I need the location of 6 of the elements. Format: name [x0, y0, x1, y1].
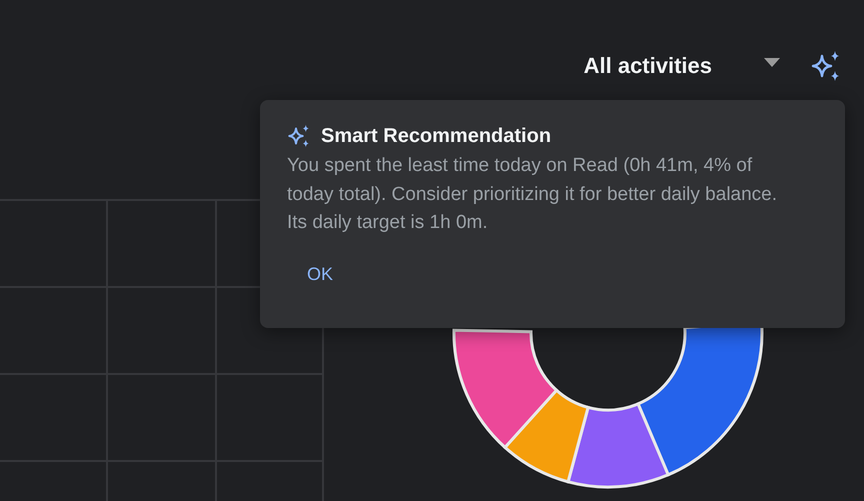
sparkle-icon — [287, 124, 311, 148]
dropdown-caret-icon[interactable] — [764, 58, 780, 66]
activity-filter-label[interactable]: All activities — [584, 53, 712, 79]
dialog-message: You spent the least time today on Read (0h 41m, 4% of today total). Consider prioritizing it for better daily balance. Its daily target is 1h 0m. — [287, 154, 778, 235]
ok-button[interactable]: OK — [295, 260, 346, 288]
dialog-title: Smart Recommendation — [321, 124, 552, 148]
